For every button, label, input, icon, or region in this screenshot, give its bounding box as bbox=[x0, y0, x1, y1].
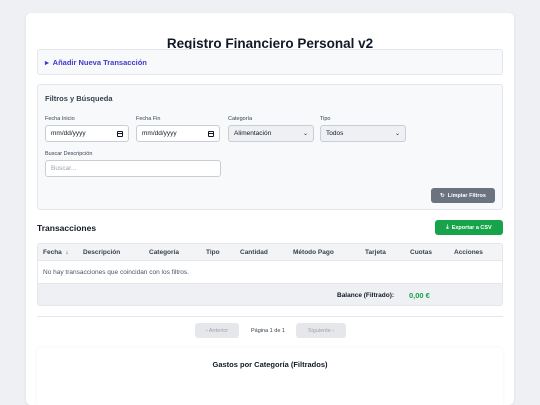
start-date-value: mm/dd/yyyy bbox=[51, 130, 86, 137]
transactions-title: Transacciones bbox=[37, 223, 97, 233]
column-header-date[interactable]: Fecha ↓ bbox=[43, 249, 69, 256]
clear-filters-label: Limpiar Filtros bbox=[447, 192, 486, 199]
next-page-button[interactable]: Siguiente › bbox=[296, 323, 346, 338]
type-label: Tipo bbox=[320, 116, 331, 122]
column-header-description[interactable]: Descripción bbox=[83, 249, 120, 256]
column-header-actions: Acciones bbox=[454, 249, 483, 256]
search-input[interactable]: Buscar... bbox=[45, 160, 221, 177]
divider bbox=[37, 316, 503, 317]
type-select[interactable]: Todos ⌄ bbox=[320, 125, 406, 142]
column-header-category[interactable]: Categoría bbox=[149, 249, 179, 256]
search-label: Buscar Descripción bbox=[45, 151, 93, 157]
category-chart-panel: Gastos por Categoría (Filtrados) bbox=[37, 348, 503, 405]
add-transaction-panel[interactable]: ▸ Añadir Nueva Transacción bbox=[37, 49, 503, 75]
column-header-amount[interactable]: Cantidad bbox=[240, 249, 268, 256]
previous-page-button[interactable]: ‹ Anterior bbox=[195, 323, 239, 338]
page-info: Página 1 de 1 bbox=[251, 327, 285, 334]
chevron-down-icon: ⌄ bbox=[302, 131, 308, 137]
empty-table-message: No hay transacciones que coincidan con l… bbox=[43, 269, 189, 276]
triangle-right-icon: ▸ bbox=[45, 58, 49, 67]
start-date-input[interactable]: mm/dd/yyyy bbox=[45, 125, 129, 142]
sort-down-icon: ↓ bbox=[65, 249, 69, 256]
start-date-label: Fecha Inicio bbox=[45, 116, 75, 122]
add-transaction-label: Añadir Nueva Transacción bbox=[52, 58, 147, 67]
column-header-type[interactable]: Tipo bbox=[206, 249, 220, 256]
table-header: Fecha ↓ Descripción Categoría Tipo Canti… bbox=[38, 244, 502, 261]
main-card: Registro Financiero Personal v2 ▸ Añadir… bbox=[26, 13, 514, 405]
calendar-icon[interactable] bbox=[117, 130, 123, 137]
column-header-installments[interactable]: Cuotas bbox=[410, 249, 432, 256]
balance-value: 0,00 € bbox=[409, 291, 430, 300]
download-icon: ⤓ bbox=[446, 224, 449, 230]
transactions-table: Fecha ↓ Descripción Categoría Tipo Canti… bbox=[37, 243, 503, 306]
calendar-icon[interactable] bbox=[208, 130, 214, 137]
chevron-down-icon: ⌄ bbox=[394, 131, 400, 137]
balance-label: Balance (Filtrado): bbox=[337, 292, 395, 299]
refresh-icon: ↻ bbox=[440, 192, 445, 199]
category-value: Alimentación bbox=[234, 130, 272, 137]
type-value: Todos bbox=[326, 130, 344, 137]
category-select[interactable]: Alimentación ⌄ bbox=[228, 125, 314, 142]
filters-title: Filtros y Búsqueda bbox=[45, 94, 113, 103]
end-date-value: mm/dd/yyyy bbox=[142, 130, 177, 137]
chart-title: Gastos por Categoría (Filtrados) bbox=[212, 360, 328, 369]
column-header-payment-method[interactable]: Método Pago bbox=[293, 249, 334, 256]
export-csv-button[interactable]: ⤓ Exportar a CSV bbox=[435, 220, 503, 235]
category-label: Categoría bbox=[228, 116, 253, 122]
table-footer: Balance (Filtrado): 0,00 € bbox=[38, 283, 502, 305]
export-csv-label: Exportar a CSV bbox=[451, 224, 492, 231]
clear-filters-button[interactable]: ↻ Limpiar Filtros bbox=[431, 188, 495, 203]
search-placeholder: Buscar... bbox=[51, 165, 77, 172]
filters-panel: Filtros y Búsqueda Fecha Inicio mm/dd/yy… bbox=[37, 84, 503, 210]
column-header-card[interactable]: Tarjeta bbox=[365, 249, 386, 256]
end-date-label: Fecha Fin bbox=[136, 116, 161, 122]
add-transaction-toggle[interactable]: ▸ Añadir Nueva Transacción bbox=[45, 58, 147, 67]
end-date-input[interactable]: mm/dd/yyyy bbox=[136, 125, 220, 142]
